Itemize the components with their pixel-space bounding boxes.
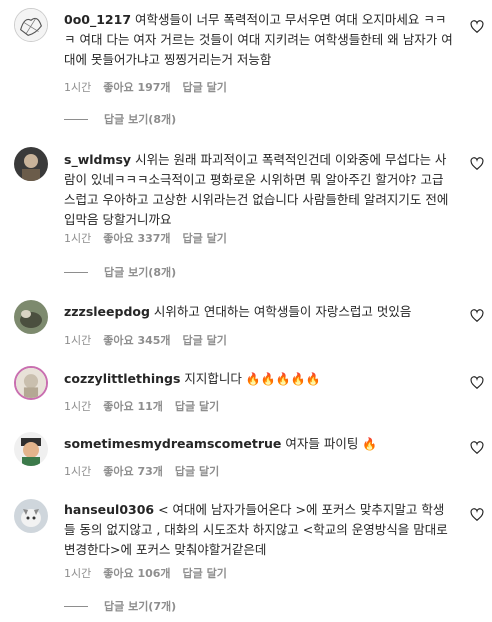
avatar-image	[16, 368, 46, 398]
reply-button[interactable]: 답글 달기	[183, 565, 227, 581]
comment-body: 0o0_1217 여학생들이 너무 폭력적이고 무서우면 여대 오지마세요 ㅋㅋ…	[64, 10, 454, 70]
heart-outline-icon[interactable]	[470, 508, 484, 522]
avatar[interactable]	[14, 8, 48, 42]
fire-emoji: 🔥	[362, 437, 378, 451]
comment-text: 지지합니다	[184, 371, 242, 386]
avatar[interactable]	[14, 300, 48, 334]
comment-likes[interactable]: 좋아요 11개	[103, 398, 163, 414]
avatar-image	[14, 499, 48, 533]
comment-time: 1시간	[64, 232, 92, 245]
comment-text: 시위하고 연대하는 여학생들이 자랑스럽고 멋있음	[153, 304, 412, 319]
heart-outline-icon[interactable]	[470, 441, 484, 455]
comment-likes[interactable]: 좋아요 197개	[103, 79, 170, 95]
heart-outline-icon[interactable]	[470, 376, 484, 390]
comment-likes[interactable]: 좋아요 345개	[103, 332, 170, 348]
reply-button[interactable]: 답글 달기	[175, 398, 219, 414]
comment-text: 여자들 파이팅	[285, 436, 359, 451]
comment-meta: 1시간 좋아요 73개 답글 달기	[64, 463, 219, 479]
reply-button[interactable]: 답글 달기	[175, 463, 219, 479]
comment-body: s_wldmsy 시위는 원래 파괴적이고 폭력적인건데 이와중에 무섭다는 사…	[64, 150, 454, 230]
heart-outline-icon[interactable]	[470, 309, 484, 323]
avatar[interactable]	[14, 499, 48, 533]
comment-time: 1시간	[64, 400, 92, 413]
comment-username[interactable]: cozzylittlethings	[64, 371, 180, 386]
fire-emoji: 🔥🔥🔥🔥🔥	[245, 372, 321, 386]
comment-body: sometimesmydreamscometrue 여자들 파이팅 🔥	[64, 434, 454, 454]
comment-likes[interactable]: 좋아요 73개	[103, 463, 163, 479]
view-replies-label: 답글 보기(8개)	[104, 266, 177, 279]
view-replies-label: 답글 보기(8개)	[104, 113, 177, 126]
comment-username[interactable]: s_wldmsy	[64, 152, 131, 167]
replies-divider	[64, 118, 88, 120]
comment-meta: 1시간 좋아요 106개 답글 달기	[64, 565, 227, 581]
comment-time: 1시간	[64, 81, 92, 94]
reply-button[interactable]: 답글 달기	[183, 230, 227, 246]
comment-body: zzzsleepdog 시위하고 연대하는 여학생들이 자랑스럽고 멋있음	[64, 302, 454, 322]
comment-body: cozzylittlethings 지지합니다 🔥🔥🔥🔥🔥	[64, 369, 454, 389]
comment-likes[interactable]: 좋아요 106개	[103, 565, 170, 581]
comment-body: hanseul0306 < 여대에 남자가들어온다 >에 포커스 맞추지말고 학…	[64, 500, 454, 560]
view-replies-label: 답글 보기(7개)	[104, 600, 177, 613]
comment-username[interactable]: 0o0_1217	[64, 12, 131, 27]
avatar-image	[14, 300, 48, 334]
avatar-image	[14, 432, 48, 466]
comment-likes[interactable]: 좋아요 337개	[103, 230, 170, 246]
comment-time: 1시간	[64, 334, 92, 347]
reply-button[interactable]: 답글 달기	[183, 79, 227, 95]
heart-outline-icon[interactable]	[470, 20, 484, 34]
avatar[interactable]	[14, 432, 48, 466]
replies-divider	[64, 605, 88, 607]
avatar-image	[15, 9, 47, 41]
avatar-image	[14, 147, 48, 181]
comment-username[interactable]: hanseul0306	[64, 502, 154, 517]
replies-divider	[64, 271, 88, 273]
comment-username[interactable]: sometimesmydreamscometrue	[64, 436, 281, 451]
avatar[interactable]	[14, 147, 48, 181]
comment-time: 1시간	[64, 465, 92, 478]
comment-meta: 1시간 좋아요 197개 답글 달기	[64, 79, 227, 95]
view-replies-button[interactable]: 답글 보기(8개)	[64, 111, 176, 127]
comment-time: 1시간	[64, 567, 92, 580]
comment-username[interactable]: zzzsleepdog	[64, 304, 150, 319]
comment-meta: 1시간 좋아요 345개 답글 달기	[64, 332, 227, 348]
heart-outline-icon[interactable]	[470, 157, 484, 171]
comment-meta: 1시간 좋아요 337개 답글 달기	[64, 230, 227, 246]
reply-button[interactable]: 답글 달기	[183, 332, 227, 348]
avatar[interactable]	[14, 366, 48, 400]
view-replies-button[interactable]: 답글 보기(7개)	[64, 598, 176, 614]
view-replies-button[interactable]: 답글 보기(8개)	[64, 264, 176, 280]
comment-meta: 1시간 좋아요 11개 답글 달기	[64, 398, 219, 414]
